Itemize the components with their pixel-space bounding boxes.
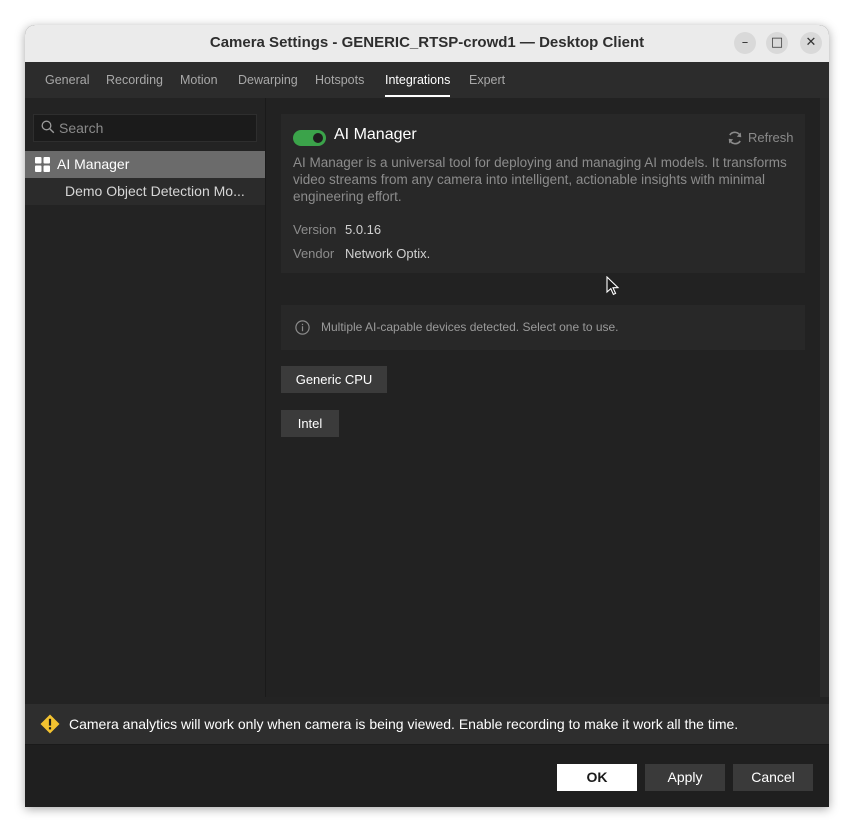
enable-toggle[interactable]: [293, 130, 326, 146]
version-label: Version: [293, 222, 337, 237]
integrations-sidebar: Search AI Manager Demo Object Detection …: [25, 98, 266, 697]
dialog-footer: OK Apply Cancel: [25, 744, 829, 807]
refresh-icon: [728, 131, 742, 145]
window-title: Camera Settings - GENERIC_RTSP-crowd1 — …: [209, 34, 645, 51]
vendor-value: Network Optix.: [345, 246, 431, 261]
toggle-knob: [313, 133, 323, 143]
close-button[interactable]: ✕: [800, 32, 822, 54]
refresh-label: Refresh: [748, 130, 794, 145]
info-icon: [295, 320, 310, 335]
minimize-button[interactable]: –: [734, 32, 756, 54]
device-intel-button[interactable]: Intel: [281, 410, 339, 437]
plugin-title: AI Manager: [334, 126, 417, 143]
warning-message: Camera analytics will work only when cam…: [69, 716, 739, 732]
sidebar-item-label: AI Manager: [57, 156, 130, 172]
ok-button[interactable]: OK: [557, 764, 637, 791]
search-placeholder: Search: [59, 120, 104, 136]
vendor-label: Vendor: [293, 246, 335, 261]
scrollbar[interactable]: [820, 98, 829, 697]
device-info-box: Multiple AI-capable devices detected. Se…: [281, 305, 805, 350]
tab-dewarping[interactable]: Dewarping: [238, 62, 298, 98]
analytics-warning-bar: Camera analytics will work only when cam…: [25, 704, 829, 744]
sidebar-item-demo-object-detection[interactable]: Demo Object Detection Mo...: [25, 178, 265, 205]
tab-bar: General Recording Motion Dewarping Hotsp…: [25, 62, 829, 98]
tab-hotspots[interactable]: Hotspots: [315, 62, 364, 98]
tab-motion[interactable]: Motion: [180, 62, 218, 98]
title-bar: Camera Settings - GENERIC_RTSP-crowd1 — …: [25, 25, 829, 63]
search-icon: [41, 120, 55, 134]
tab-recording[interactable]: Recording: [106, 62, 163, 98]
maximize-button[interactable]: □: [766, 32, 788, 54]
plugin-settings-panel: AI Manager Refresh AI Manager is a unive…: [266, 98, 829, 697]
sidebar-item-ai-manager[interactable]: AI Manager: [25, 151, 265, 178]
sidebar-item-label: Demo Object Detection Mo...: [65, 183, 245, 199]
version-value: 5.0.16: [345, 222, 382, 237]
tab-general[interactable]: General: [45, 62, 89, 98]
camera-settings-window: Camera Settings - GENERIC_RTSP-crowd1 — …: [25, 25, 829, 807]
search-input[interactable]: Search: [33, 114, 257, 142]
plugin-description: AI Manager is a universal tool for deplo…: [293, 155, 787, 204]
apply-button[interactable]: Apply: [645, 764, 725, 791]
grid-icon: [35, 157, 50, 172]
plugin-info-card: AI Manager Refresh AI Manager is a unive…: [281, 114, 805, 273]
device-generic-cpu-button[interactable]: Generic CPU: [281, 366, 387, 393]
tab-integrations[interactable]: Integrations: [385, 62, 451, 98]
device-info-message: Multiple AI-capable devices detected. Se…: [321, 320, 619, 334]
mouse-cursor-icon: [606, 276, 620, 296]
warning-icon: [40, 714, 60, 734]
tab-expert[interactable]: Expert: [469, 62, 505, 98]
cancel-button[interactable]: Cancel: [733, 764, 813, 791]
